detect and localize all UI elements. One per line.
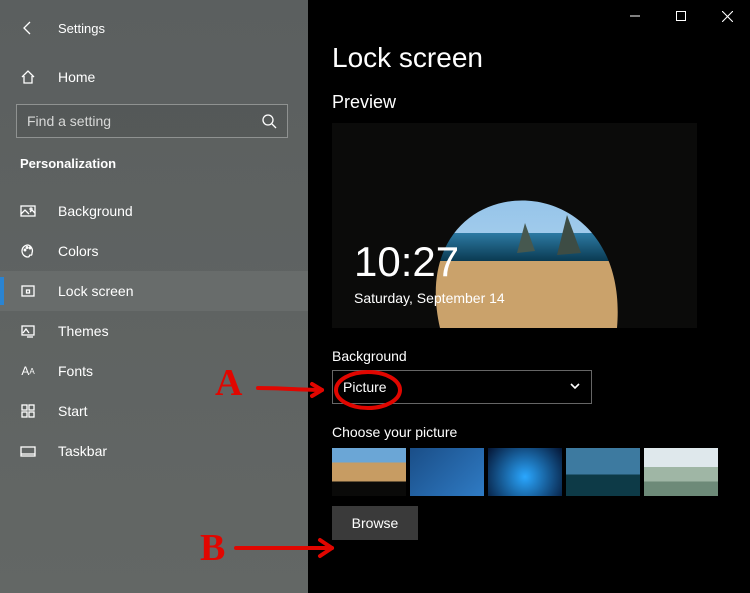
sidebar-item-fonts[interactable]: AA Fonts (0, 351, 308, 391)
sidebar-item-colors[interactable]: Colors (0, 231, 308, 271)
sidebar-item-label: Lock screen (58, 283, 133, 299)
chevron-down-icon (569, 379, 581, 395)
picture-thumb[interactable] (488, 448, 562, 496)
sidebar: Settings Home Find a setting Personaliza… (0, 0, 308, 593)
home-icon (20, 69, 36, 85)
lock-screen-preview: 10:27 Saturday, September 14 (332, 123, 697, 328)
choose-picture-label: Choose your picture (332, 424, 726, 440)
preview-label: Preview (332, 92, 726, 113)
section-heading: Personalization (0, 138, 308, 177)
dropdown-value: Picture (343, 379, 387, 395)
sidebar-item-themes[interactable]: Themes (0, 311, 308, 351)
close-button[interactable] (704, 0, 750, 32)
background-label: Background (332, 348, 726, 364)
taskbar-icon (20, 443, 36, 459)
minimize-button[interactable] (612, 0, 658, 32)
picture-thumb[interactable] (410, 448, 484, 496)
fonts-icon: AA (20, 363, 36, 379)
sidebar-item-label: Taskbar (58, 443, 107, 459)
sidebar-item-label: Themes (58, 323, 109, 339)
start-icon (20, 403, 36, 419)
picture-icon (20, 203, 36, 219)
search-placeholder: Find a setting (27, 113, 111, 129)
sidebar-item-label: Fonts (58, 363, 93, 379)
picture-thumb[interactable] (566, 448, 640, 496)
sidebar-item-start[interactable]: Start (0, 391, 308, 431)
themes-icon (20, 323, 36, 339)
search-icon (261, 113, 277, 129)
window-title: Settings (58, 21, 105, 36)
sidebar-item-taskbar[interactable]: Taskbar (0, 431, 308, 471)
sidebar-item-label: Background (58, 203, 133, 219)
picture-thumb[interactable] (644, 448, 718, 496)
browse-button[interactable]: Browse (332, 506, 418, 540)
palette-icon (20, 243, 36, 259)
browse-label: Browse (352, 515, 399, 531)
nav: Background Colors Lock screen Themes (0, 191, 308, 471)
picture-thumb[interactable] (332, 448, 406, 496)
home-label: Home (58, 69, 95, 85)
preview-clock: 10:27 (354, 238, 459, 286)
maximize-button[interactable] (658, 0, 704, 32)
picture-thumbnails (332, 448, 726, 496)
sidebar-item-label: Colors (58, 243, 98, 259)
main: Lock screen Preview (308, 0, 750, 593)
back-icon[interactable] (20, 20, 36, 36)
sidebar-item-lock-screen[interactable]: Lock screen (0, 271, 308, 311)
sidebar-item-label: Start (58, 403, 88, 419)
preview-date: Saturday, September 14 (354, 290, 505, 306)
sidebar-item-background[interactable]: Background (0, 191, 308, 231)
search-input[interactable]: Find a setting (16, 104, 288, 138)
background-dropdown[interactable]: Picture (332, 370, 592, 404)
titlebar (612, 0, 750, 32)
home-button[interactable]: Home (0, 58, 308, 96)
lock-screen-icon (20, 283, 36, 299)
